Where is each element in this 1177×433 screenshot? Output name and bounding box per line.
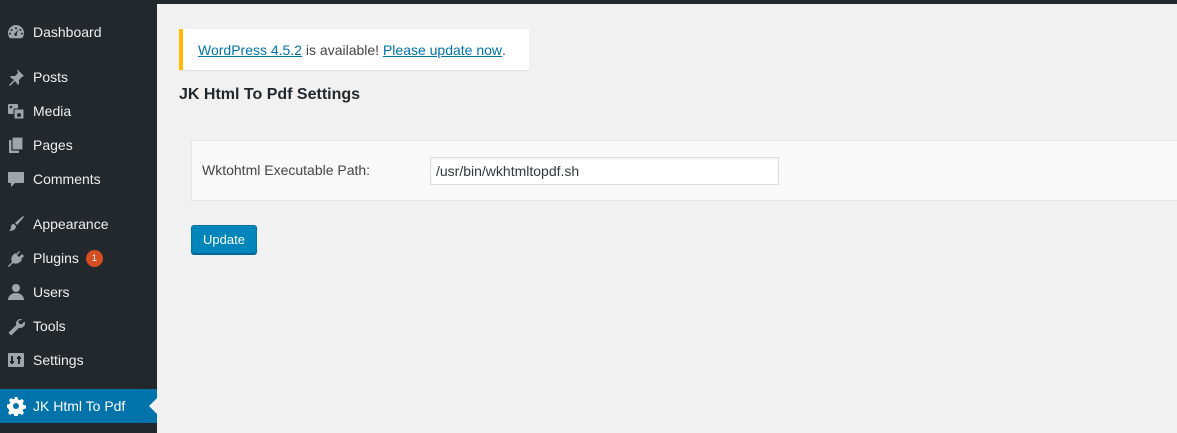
sidebar-item-posts[interactable]: Posts <box>0 60 157 94</box>
sidebar-item-pages[interactable]: Pages <box>0 128 157 162</box>
sidebar-item-dashboard[interactable]: Dashboard <box>0 15 157 49</box>
executable-path-input[interactable] <box>430 157 779 185</box>
notice-end-text: . <box>502 41 506 58</box>
sidebar-item-media[interactable]: Media <box>0 94 157 128</box>
pushpin-icon <box>5 67 27 87</box>
sidebar-item-label: Appearance <box>33 216 109 232</box>
sidebar-item-label: Comments <box>33 171 101 187</box>
admin-top-bar <box>0 0 1177 4</box>
wrench-icon <box>5 316 27 336</box>
page-title: JK Html To Pdf Settings <box>179 86 361 103</box>
media-icon <box>5 101 27 121</box>
sidebar-item-label: Posts <box>33 69 69 85</box>
sidebar-item-settings[interactable]: Settings <box>0 343 157 377</box>
dashboard-icon <box>5 22 27 42</box>
sidebar-item-comments[interactable]: Comments <box>0 162 157 196</box>
sidebar-item-label: Users <box>33 284 70 300</box>
sidebar-item-label: Pages <box>33 137 73 153</box>
sidebar-item-label: Settings <box>33 352 84 368</box>
sidebar-item-appearance[interactable]: Appearance <box>0 207 157 241</box>
sidebar-item-plugins[interactable]: Plugins 1 <box>0 241 157 275</box>
admin-sidebar: Dashboard Posts Media Pages Comments App… <box>0 0 157 433</box>
notice-text: is available! <box>302 41 383 58</box>
update-now-link[interactable]: Please update now <box>383 42 502 58</box>
update-count-badge: 1 <box>85 249 103 267</box>
paintbrush-icon <box>5 214 27 234</box>
pages-icon <box>5 135 27 155</box>
gear-icon <box>5 396 27 416</box>
sidebar-item-label: Plugins <box>33 250 79 266</box>
plugin-icon <box>5 248 27 268</box>
comment-icon <box>5 169 27 189</box>
sidebar-item-label: Dashboard <box>33 24 102 40</box>
user-icon <box>5 282 27 302</box>
settings-form-table: Wktohtml Executable Path: <box>191 140 1177 201</box>
update-button[interactable]: Update <box>191 225 257 254</box>
sidebar-item-label: JK Html To Pdf <box>33 398 126 414</box>
sidebar-item-tools[interactable]: Tools <box>0 309 157 343</box>
executable-path-label: Wktohtml Executable Path: <box>202 162 371 178</box>
update-notice: WordPress 4.5.2 is available! Please upd… <box>179 29 529 70</box>
sidebar-item-jk-html-to-pdf[interactable]: JK Html To Pdf <box>0 389 157 423</box>
sidebar-item-label: Media <box>33 103 72 119</box>
settings-icon <box>5 350 27 370</box>
wordpress-version-link[interactable]: WordPress 4.5.2 <box>198 42 302 58</box>
sidebar-item-users[interactable]: Users <box>0 275 157 309</box>
sidebar-item-label: Tools <box>33 318 66 334</box>
